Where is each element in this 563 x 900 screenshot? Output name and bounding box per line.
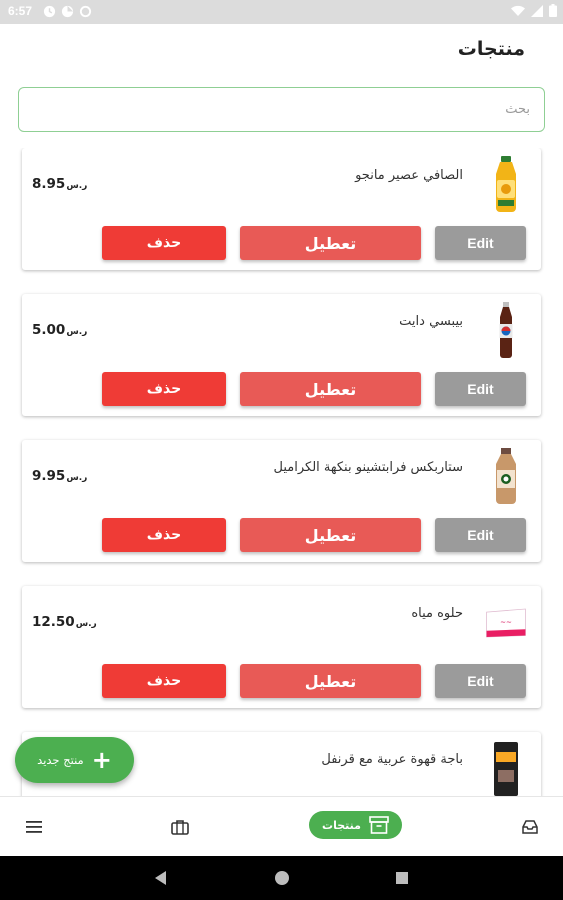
inbox-icon	[522, 820, 538, 834]
svg-text:~~: ~~	[500, 619, 512, 627]
screen: 6:57 منتجات بحث الصافي عصير مانجو 8.95ر.…	[0, 0, 563, 900]
price-value: 12.50	[32, 614, 75, 630]
product-name: بيبسي دايت	[399, 314, 463, 329]
search-box[interactable]	[18, 87, 545, 132]
coffee-pack-icon	[494, 742, 518, 796]
price-value: 5.00	[32, 322, 66, 338]
product-name: الصافي عصير مانجو	[355, 168, 463, 183]
photos-icon	[61, 5, 74, 18]
disable-button[interactable]: تعطيل	[240, 372, 421, 406]
currency-symbol: ر.س	[66, 473, 88, 483]
product-price: 8.95ر.س	[32, 176, 87, 192]
juice-bottle-icon	[496, 156, 516, 212]
disable-button[interactable]: تعطيل	[240, 518, 421, 552]
disable-button[interactable]: تعطيل	[240, 226, 421, 260]
currency-symbol: ر.س	[75, 619, 97, 629]
clock-icon	[43, 5, 56, 18]
currency-symbol: ر.س	[66, 181, 88, 191]
plus-icon: +	[91, 746, 112, 774]
delete-button[interactable]: حذف	[102, 226, 226, 260]
system-nav-bar	[0, 856, 563, 900]
edit-button[interactable]: Edit	[435, 518, 526, 552]
recents-icon[interactable]	[394, 870, 410, 886]
battery-icon	[549, 4, 557, 17]
water-pack-icon: ~~	[486, 608, 526, 638]
nav-products-label: منتجات	[322, 818, 361, 832]
signal-icon	[531, 4, 543, 17]
nav-item-briefcase[interactable]	[160, 797, 200, 857]
product-list[interactable]: الصافي عصير مانجو 8.95ر.س حذف تعطيل Edit…	[0, 148, 563, 796]
delete-button[interactable]: حذف	[102, 664, 226, 698]
price-value: 8.95	[32, 176, 66, 192]
price-value: 9.95	[32, 468, 66, 484]
product-card: ستاربكس فرابتشينو بنكهة الكراميل 9.95ر.س…	[22, 440, 541, 562]
archive-icon	[369, 816, 389, 834]
product-card: الصافي عصير مانجو 8.95ر.س حذف تعطيل Edit	[22, 148, 541, 270]
product-name: باجة قهوة عربية مع قرنفل	[321, 752, 463, 767]
wifi-icon	[511, 5, 525, 16]
delete-button[interactable]: حذف	[102, 372, 226, 406]
search-input[interactable]	[19, 88, 544, 131]
coffee-bottle-icon	[496, 448, 516, 504]
home-icon[interactable]	[274, 870, 290, 886]
edit-button[interactable]: Edit	[435, 664, 526, 698]
circle-icon	[79, 5, 92, 18]
product-price: 9.95ر.س	[32, 468, 87, 484]
product-image-coffee-bottle	[485, 448, 527, 506]
nav-item-menu[interactable]	[14, 797, 54, 857]
product-image-soda-bottle	[485, 302, 527, 360]
add-product-label: منتج جديد	[37, 753, 84, 767]
nav-item-inbox[interactable]	[510, 797, 550, 857]
currency-symbol: ر.س	[66, 327, 88, 337]
soda-bottle-icon	[499, 302, 513, 358]
add-product-button[interactable]: منتج جديد +	[15, 737, 134, 783]
back-icon[interactable]	[153, 870, 169, 886]
delete-button[interactable]: حذف	[102, 518, 226, 552]
product-price: 12.50ر.س	[32, 614, 97, 630]
disable-button[interactable]: تعطيل	[240, 664, 421, 698]
product-card: بيبسي دايت 5.00ر.س حذف تعطيل Edit	[22, 294, 541, 416]
product-image-juice-bottle	[485, 156, 527, 214]
edit-button[interactable]: Edit	[435, 372, 526, 406]
page-title: منتجات	[457, 38, 525, 60]
bottom-nav: منتجات	[0, 796, 563, 856]
product-price: 5.00ر.س	[32, 322, 87, 338]
edit-button[interactable]: Edit	[435, 226, 526, 260]
nav-item-products[interactable]: منتجات	[309, 811, 402, 839]
status-bar: 6:57	[0, 0, 563, 24]
menu-icon	[26, 821, 42, 833]
product-card: ~~ حلوه مياه 12.50ر.س حذف تعطيل Edit	[22, 586, 541, 708]
status-time: 6:57	[8, 4, 33, 18]
product-image-water-pack: ~~	[485, 594, 527, 652]
product-name: حلوه مياه	[411, 606, 463, 621]
product-image-coffee-pack	[485, 740, 527, 796]
status-right	[511, 4, 557, 17]
briefcase-icon	[171, 820, 189, 835]
product-name: ستاربكس فرابتشينو بنكهة الكراميل	[273, 460, 463, 475]
